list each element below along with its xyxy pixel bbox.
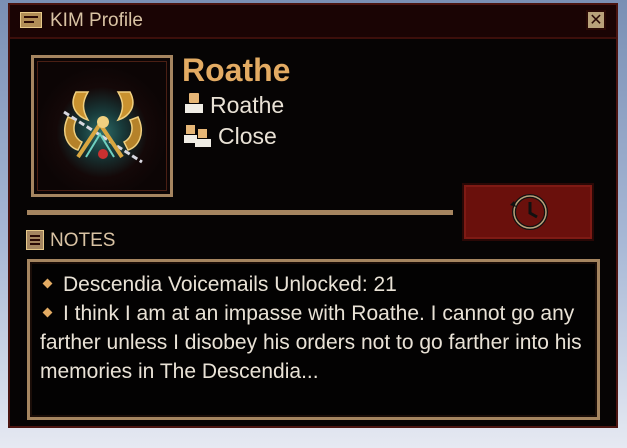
window-title: KIM Profile: [50, 10, 143, 31]
note-item: I think I am at an impasse with Roathe. …: [40, 299, 588, 386]
note-item: Descendia Voicemails Unlocked: 21: [40, 270, 588, 299]
bullet-icon: [42, 278, 53, 289]
character-portrait: [31, 55, 173, 197]
title-bar: KIM Profile ✕: [10, 5, 616, 39]
player-row: Roathe: [184, 92, 284, 118]
section-divider: [27, 210, 453, 215]
notes-panel: Descendia Voicemails Unlocked: 21 I thin…: [27, 259, 600, 420]
player-name: Roathe: [210, 92, 285, 118]
portrait-emblem: [63, 91, 143, 164]
person-icon: [184, 92, 204, 116]
kim-profile-window: KIM Profile ✕ Roathe Roathe Close NOTES …: [8, 3, 618, 428]
note-item-text: I think I am at an impasse with Roathe. …: [40, 302, 582, 383]
group-icon: [184, 123, 212, 149]
notes-icon: [26, 230, 44, 250]
notes-heading-text: NOTES: [50, 230, 116, 251]
close-button[interactable]: ✕: [586, 10, 606, 30]
notes-heading: NOTES: [26, 229, 115, 253]
history-button[interactable]: [462, 183, 594, 241]
relationship-row: Close: [184, 123, 277, 149]
clock-history-icon: [510, 194, 548, 230]
relationship-status: Close: [218, 123, 277, 149]
note-item-text: Descendia Voicemails Unlocked: 21: [63, 273, 397, 296]
character-name: Roathe: [182, 52, 291, 88]
bullet-icon: [42, 307, 53, 318]
close-icon: ✕: [589, 10, 603, 29]
portrait-image: [37, 61, 167, 191]
profile-card-icon: [20, 12, 42, 28]
